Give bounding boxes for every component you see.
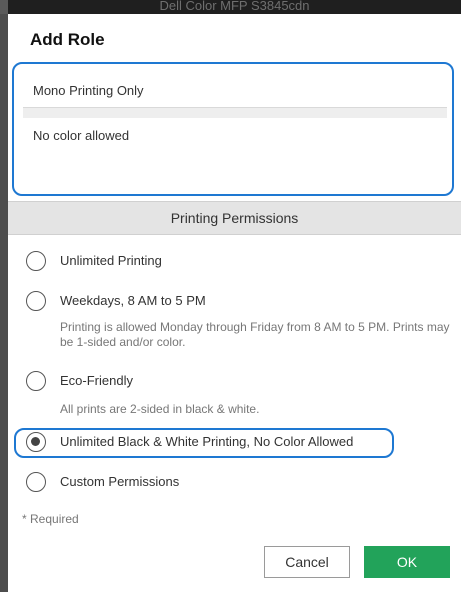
role-fields-group: Mono Printing Only No color allowed: [12, 62, 454, 196]
radio-icon[interactable]: [26, 472, 46, 492]
option-label: Eco-Friendly: [60, 373, 133, 388]
printing-permissions-header: Printing Permissions: [8, 201, 461, 235]
ok-button[interactable]: OK: [364, 546, 450, 578]
option-eco-friendly[interactable]: Eco-Friendly: [22, 370, 442, 396]
option-custom-permissions[interactable]: Custom Permissions: [22, 471, 442, 497]
option-unlimited-bw[interactable]: Unlimited Black & White Printing, No Col…: [22, 431, 392, 457]
add-role-dialog: Add Role Mono Printing Only No color all…: [8, 14, 461, 592]
radio-icon[interactable]: [26, 371, 46, 391]
option-label: Unlimited Printing: [60, 253, 162, 268]
radio-selected-icon[interactable]: [26, 432, 46, 452]
field-separator: [23, 108, 447, 118]
option-description: All prints are 2-sided in black & white.: [60, 402, 260, 416]
role-name-field[interactable]: Mono Printing Only: [23, 74, 447, 108]
window-title: Dell Color MFP S3845cdn: [8, 0, 461, 14]
required-note: * Required: [22, 512, 79, 526]
option-label: Weekdays, 8 AM to 5 PM: [60, 293, 206, 308]
radio-icon[interactable]: [26, 251, 46, 271]
option-label: Unlimited Black & White Printing, No Col…: [60, 434, 354, 449]
role-description-field[interactable]: No color allowed: [23, 118, 447, 184]
role-description-value: No color allowed: [33, 128, 130, 143]
option-weekdays[interactable]: Weekdays, 8 AM to 5 PM: [22, 290, 442, 316]
dialog-title: Add Role: [30, 30, 105, 49]
option-description: Printing is allowed Monday through Frida…: [60, 320, 450, 349]
role-name-value: Mono Printing Only: [33, 83, 144, 98]
cancel-button[interactable]: Cancel: [264, 546, 350, 578]
radio-icon[interactable]: [26, 291, 46, 311]
option-label: Custom Permissions: [60, 474, 180, 489]
option-unlimited-printing[interactable]: Unlimited Printing: [22, 250, 442, 276]
